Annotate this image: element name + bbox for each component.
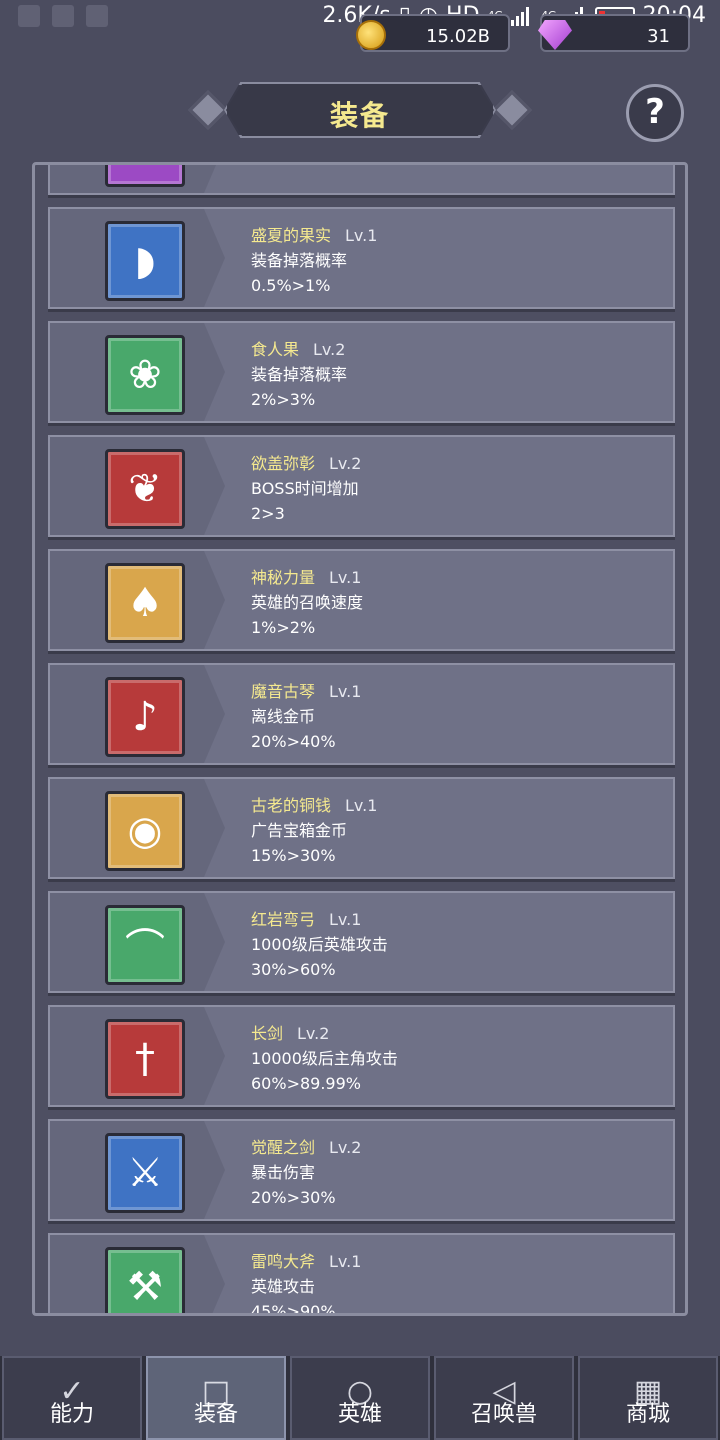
card-text: 觉醒之剑 Lv.2 暴击伤害 20%>30% — [251, 1135, 361, 1210]
item-description: 装备掉落概率 — [251, 251, 348, 270]
berries-icon: ❀ — [105, 335, 185, 415]
item-description: BOSS时间增加 — [251, 479, 359, 498]
item-level: Lv.2 — [313, 340, 346, 359]
item-name: 雷鸣大斧 — [251, 1252, 316, 1271]
page-title: 装备 — [329, 99, 390, 132]
card-text: 古老的铜钱 Lv.1 广告宝箱金币 15%>30% — [251, 793, 377, 868]
card-text: 食人果 Lv.2 装备掉落概率 2%>3% — [251, 337, 347, 412]
item-value: 1%>2% — [251, 618, 316, 637]
lute-icon: ♪ — [105, 677, 185, 757]
item-value: 20%>30% — [251, 1188, 336, 1207]
nav-tab[interactable]: ✓ 能力 — [2, 1356, 142, 1440]
coin-icon: ◉ — [105, 791, 185, 871]
mushroom-icon: ♠ — [105, 563, 185, 643]
nav-tab-label: 商城 — [625, 1402, 670, 1427]
awakened-sword-icon: ⚔ — [105, 1133, 185, 1213]
item-level: Lv.2 — [329, 454, 362, 473]
card-text: 雷鸣大斧 Lv.1 英雄攻击 45%>90% — [251, 1249, 362, 1316]
nav-tab[interactable]: ▦ 商城 — [578, 1356, 718, 1440]
axe-icon: ⚒ — [105, 1247, 185, 1313]
gold-counter: 15.02B — [356, 14, 510, 52]
gem-icon — [538, 20, 572, 50]
item-name: 长剑 — [251, 1024, 284, 1043]
nav-tab-label: 英雄 — [337, 1402, 382, 1427]
nav-tab[interactable]: ○ 英雄 — [290, 1356, 430, 1440]
item-level: Lv.2 — [297, 1024, 330, 1043]
item-level: Lv.1 — [329, 1252, 362, 1271]
purple-item-icon: ✦ — [105, 165, 185, 187]
page-header: 装备 — [188, 82, 532, 138]
item-value: 2%>3% — [251, 390, 316, 409]
item-name: 盛夏的果实 — [251, 226, 332, 245]
item-name: 觉醒之剑 — [251, 1138, 316, 1157]
item-level: Lv.1 — [345, 796, 378, 815]
equipment-card[interactable]: ✦ 1>2 — [48, 165, 675, 195]
bottom-nav: ✓ 能力 □ 装备 ○ 英雄 ◁ 召唤兽 ▦ 商城 — [0, 1356, 720, 1440]
signal-icon — [511, 6, 533, 26]
item-description: 广告宝箱金币 — [251, 821, 348, 840]
item-description: 暴击伤害 — [251, 1163, 316, 1182]
equipment-card[interactable]: ⚒ 雷鸣大斧 Lv.1 英雄攻击 45%>90% — [48, 1233, 675, 1316]
item-value: 30%>60% — [251, 960, 336, 979]
item-description: 离线金币 — [251, 707, 316, 726]
equipment-card[interactable]: ⌒ 红岩弯弓 Lv.1 1000级后英雄攻击 30%>60% — [48, 891, 675, 993]
equipment-card[interactable]: ♪ 魔音古琴 Lv.1 离线金币 20%>40% — [48, 663, 675, 765]
item-level: Lv.1 — [345, 226, 378, 245]
equipment-card[interactable]: ◗ 盛夏的果实 Lv.1 装备掉落概率 0.5%>1% — [48, 207, 675, 309]
item-value: 60%>89.99% — [251, 1074, 361, 1093]
item-name: 神秘力量 — [251, 568, 316, 587]
item-description: 英雄的召唤速度 — [251, 593, 364, 612]
gem-amount: 31 — [647, 26, 670, 47]
card-text: 盛夏的果实 Lv.1 装备掉落概率 0.5%>1% — [251, 223, 377, 298]
card-text: 魔音古琴 Lv.1 离线金币 20%>40% — [251, 679, 361, 754]
equipment-card[interactable]: ♠ 神秘力量 Lv.1 英雄的召唤速度 1%>2% — [48, 549, 675, 651]
card-text: 神秘力量 Lv.1 英雄的召唤速度 1%>2% — [251, 565, 363, 640]
item-value: 20%>40% — [251, 732, 336, 751]
nav-tab-label: 装备 — [193, 1402, 238, 1427]
nav-tab[interactable]: ◁ 召唤兽 — [434, 1356, 574, 1440]
card-text: 欲盖弥彰 Lv.2 BOSS时间增加 2>3 — [251, 451, 361, 526]
item-description: 1000级后英雄攻击 — [251, 935, 388, 954]
item-name: 食人果 — [251, 340, 300, 359]
item-name: 古老的铜钱 — [251, 796, 332, 815]
item-value: 45%>90% — [251, 1302, 336, 1316]
item-value: 2>3 — [251, 504, 285, 523]
equipment-card[interactable]: ◉ 古老的铜钱 Lv.1 广告宝箱金币 15%>30% — [48, 777, 675, 879]
item-value: 0.5%>1% — [251, 276, 331, 295]
item-level: Lv.1 — [329, 910, 362, 929]
shield-icon — [86, 5, 108, 27]
sword-icon: † — [105, 1019, 185, 1099]
item-name: 红岩弯弓 — [251, 910, 316, 929]
notification-icon — [18, 5, 40, 27]
card-text: 红岩弯弓 Lv.1 1000级后英雄攻击 30%>60% — [251, 907, 388, 982]
item-value: 15%>30% — [251, 846, 336, 865]
watermelon-icon: ◗ — [105, 221, 185, 301]
help-button[interactable]: ? — [626, 84, 684, 142]
gold-amount: 15.02B — [426, 26, 490, 47]
notification-icons — [18, 5, 108, 27]
nav-tab[interactable]: □ 装备 — [146, 1356, 286, 1440]
item-description: 英雄攻击 — [251, 1277, 316, 1296]
item-level: Lv.2 — [329, 1138, 362, 1157]
equipment-card[interactable]: ⚔ 觉醒之剑 Lv.2 暴击伤害 20%>30% — [48, 1119, 675, 1221]
cloud-icon — [52, 5, 74, 27]
item-name: 魔音古琴 — [251, 682, 316, 701]
card-text: 长剑 Lv.2 10000级后主角攻击 60%>89.99% — [251, 1021, 398, 1096]
equipment-card[interactable]: ❀ 食人果 Lv.2 装备掉落概率 2%>3% — [48, 321, 675, 423]
item-description: 10000级后主角攻击 — [251, 1049, 398, 1068]
leaf-icon: ❦ — [105, 449, 185, 529]
gem-counter: 31 — [538, 14, 690, 52]
equipment-card[interactable]: † 长剑 Lv.2 10000级后主角攻击 60%>89.99% — [48, 1005, 675, 1107]
item-level: Lv.1 — [329, 682, 362, 701]
nav-tab-label: 能力 — [49, 1402, 94, 1427]
gold-coin-icon — [356, 20, 386, 50]
equipment-card[interactable]: ❦ 欲盖弥彰 Lv.2 BOSS时间增加 2>3 — [48, 435, 675, 537]
item-level: Lv.1 — [329, 568, 362, 587]
equipment-list-panel[interactable]: ✦ 1>2 ◗ 盛夏的果实 Lv.1 装备掉落概率 0.5%>1% ❀ 食人果 Lv… — [32, 162, 688, 1316]
item-description: 装备掉落概率 — [251, 365, 348, 384]
item-name: 欲盖弥彰 — [251, 454, 316, 473]
nav-tab-label: 召唤兽 — [470, 1402, 537, 1427]
bow-icon: ⌒ — [105, 905, 185, 985]
